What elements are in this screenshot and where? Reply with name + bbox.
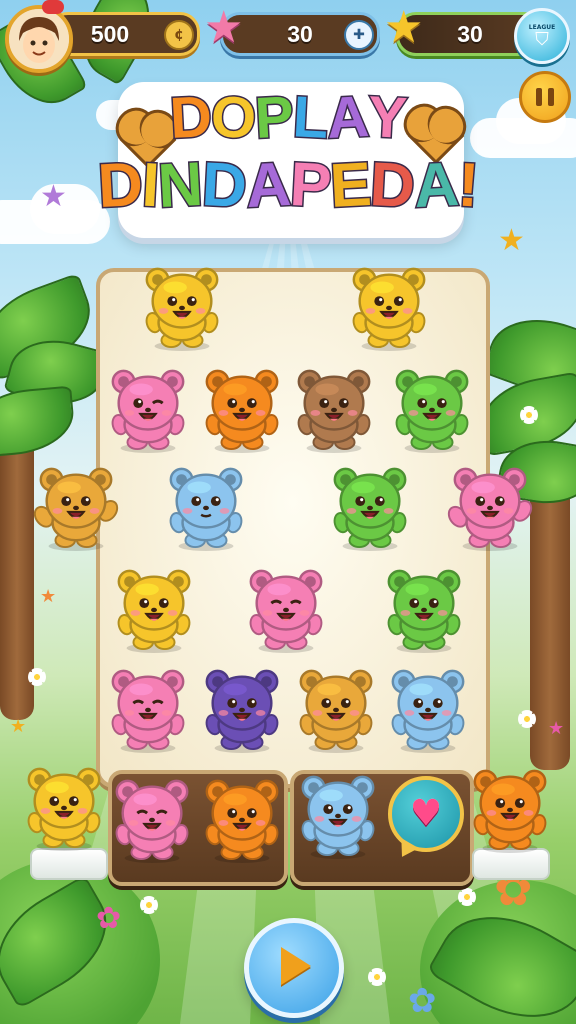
star-icon: ★ [498, 223, 525, 258]
flower [368, 968, 386, 986]
title-letter: N [155, 148, 205, 222]
bear-tile-pink[interactable] [242, 564, 330, 653]
flower-blue: ✿ [408, 981, 437, 1021]
title-line-2: DINDAPEDA! [0, 148, 576, 222]
flower [518, 710, 536, 728]
title-letter: D [199, 148, 249, 222]
bear-tile-blue[interactable] [384, 664, 472, 753]
bear-tile-brown[interactable] [290, 364, 378, 453]
bear-tile-green[interactable] [380, 564, 468, 653]
bear-tile-blue[interactable] [162, 462, 250, 551]
title-letter: O [208, 82, 258, 152]
star-icon: ★ [548, 718, 565, 739]
title-letter: Y [365, 83, 409, 153]
badge-icon: ✚ [344, 20, 374, 50]
title-letter: ! [455, 149, 481, 222]
bear-tile-yellow[interactable] [110, 564, 198, 653]
bear-tile-pink[interactable] [104, 664, 192, 753]
flower [28, 668, 46, 686]
tray-pedestal-left [30, 848, 108, 880]
bear-tile-purple[interactable] [198, 664, 286, 753]
bear-tile-green[interactable] [388, 364, 476, 453]
flower [458, 888, 476, 906]
bear-tile-gold[interactable] [32, 462, 120, 551]
title-letter: E [327, 148, 374, 222]
play-button[interactable] [244, 918, 344, 1018]
star-icon: ★ [384, 2, 424, 53]
flower [140, 896, 158, 914]
star-icon: ★ [10, 716, 27, 737]
tray-bear-orange[interactable] [466, 764, 554, 853]
title-letter: A [243, 148, 293, 222]
title-line-1: DOPLAY [0, 82, 576, 153]
flower-pink: ✿ [96, 901, 122, 936]
bear-tile-gold[interactable] [292, 664, 380, 753]
bear-tile-green[interactable] [326, 462, 414, 551]
title-letter: P [252, 83, 296, 153]
title-letter: A [411, 148, 461, 222]
tray-bear-blue[interactable] [294, 770, 382, 859]
league-badge-button[interactable]: LEAGUE ⛉ [514, 8, 570, 64]
game-scene: ✿ ✿ ✿ ★ ★ ★ ★ ★ 500 ¢ 30 ✚ ★ 30 ★ LEAGUE… [0, 0, 576, 1024]
bear-tile-yellow[interactable] [345, 262, 433, 351]
title-letter: A [324, 82, 371, 152]
title-letter: D [367, 148, 417, 222]
title-letter: D [95, 148, 145, 222]
pink-star-counter: 30 ✚ [220, 12, 380, 56]
star-icon: ★ [204, 2, 244, 53]
bow-icon [42, 0, 64, 14]
bear-tile-orange[interactable] [198, 364, 286, 453]
flower [520, 406, 538, 424]
star-icon: ★ [40, 586, 57, 607]
tray-bear-orange[interactable] [198, 774, 286, 863]
coin-icon: ¢ [164, 20, 194, 50]
bear-tile-yellow[interactable] [138, 262, 226, 351]
player-avatar[interactable] [5, 5, 73, 73]
title-letter: L [290, 83, 331, 153]
title-letter: P [286, 148, 333, 222]
bear-tile-pink[interactable] [446, 462, 534, 551]
tray-bear-yellow[interactable] [20, 762, 108, 851]
tray-bear-pink[interactable] [108, 774, 196, 863]
bear-tile-pink[interactable] [104, 364, 192, 453]
heart-bubble-button[interactable]: ♥ [388, 776, 464, 852]
heart-icon: ♥ [409, 793, 443, 834]
shield-icon: ⛉ [535, 28, 549, 50]
title-letter: D [167, 82, 214, 152]
